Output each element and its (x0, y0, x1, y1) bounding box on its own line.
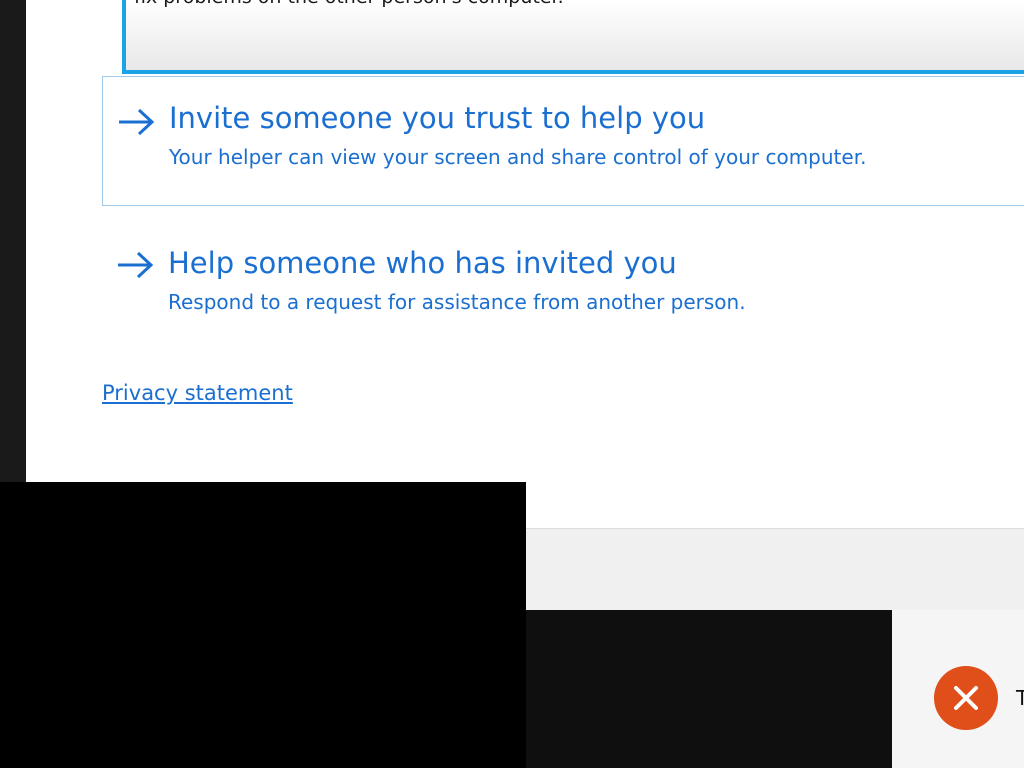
option-help-desc: Respond to a request for assistance from… (168, 290, 746, 314)
error-x-icon (934, 666, 998, 730)
dark-background-region (526, 610, 892, 768)
arrow-right-icon (118, 251, 154, 279)
privacy-statement-link[interactable]: Privacy statement (102, 381, 293, 405)
arrow-right-icon (119, 108, 155, 136)
option-invite-desc: Your helper can view your screen and sha… (169, 145, 867, 169)
notification-text: T (1016, 686, 1024, 710)
remote-assistance-dialog: fix problems on the other person's compu… (26, 0, 1024, 528)
option-selected-partial[interactable]: fix problems on the other person's compu… (122, 0, 1024, 74)
option-selected-desc: fix problems on the other person's compu… (134, 0, 564, 8)
option-help-title: Help someone who has invited you (168, 246, 677, 280)
occluding-black-window (0, 482, 526, 768)
option-invite-title: Invite someone you trust to help you (169, 101, 706, 135)
background-window-edge (0, 0, 26, 482)
option-invite-helper[interactable]: Invite someone you trust to help you You… (102, 76, 1024, 206)
error-notification-toast[interactable]: T (892, 610, 1024, 768)
option-help-someone[interactable]: Help someone who has invited you Respond… (102, 222, 1024, 332)
